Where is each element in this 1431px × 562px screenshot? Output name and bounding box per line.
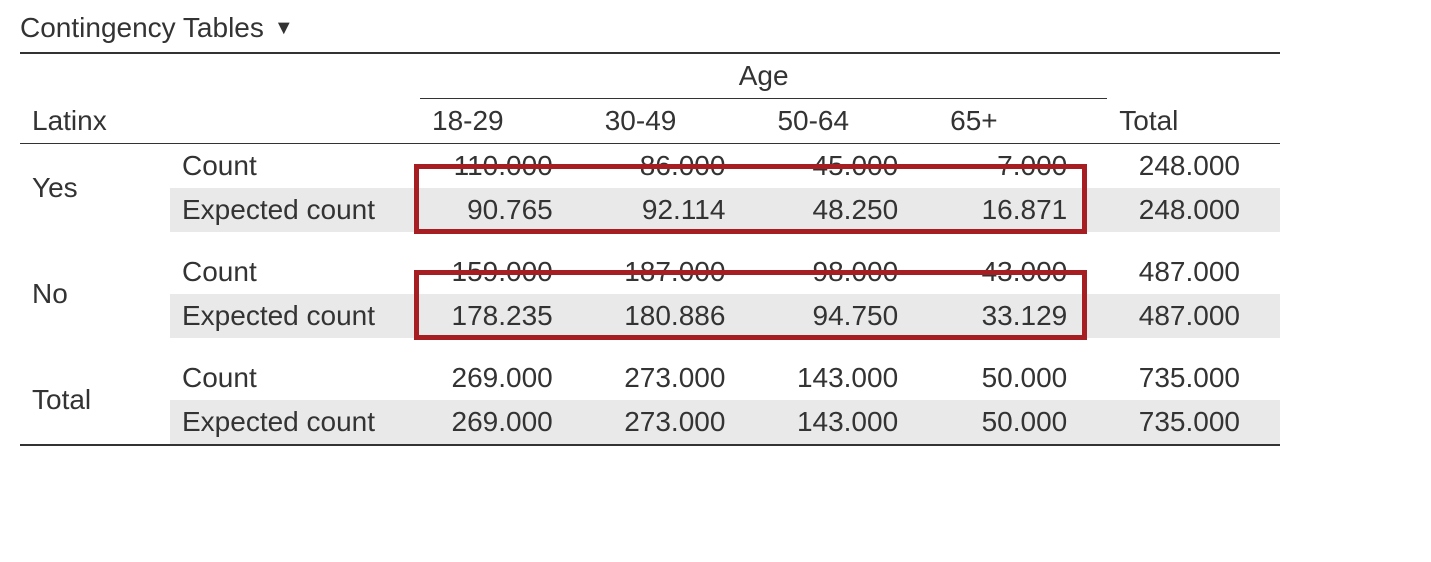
group-label: Yes <box>20 144 170 233</box>
stat-label-count: Count <box>170 250 420 294</box>
group-label: No <box>20 250 170 338</box>
section-title-text: Contingency Tables <box>20 12 264 44</box>
cell-value: 50.000 <box>938 400 1107 445</box>
stat-label-count: Count <box>170 144 420 189</box>
cell-value: 33.129 <box>938 294 1107 338</box>
table-container: Age Latinx 18-29 30-49 50-64 65+ Total Y… <box>20 52 1411 446</box>
table-row: Expected count269.000273.000143.00050.00… <box>20 400 1280 445</box>
cell-value: 269.000 <box>420 400 593 445</box>
cell-value: 16.871 <box>938 188 1107 232</box>
cell-value: 273.000 <box>593 400 766 445</box>
cell-value: 269.000 <box>420 356 593 400</box>
cell-value: 487.000 <box>1107 250 1280 294</box>
section-header[interactable]: Contingency Tables ▼ <box>20 12 1411 44</box>
table-row: NoCount159.000187.00098.00043.000487.000 <box>20 250 1280 294</box>
table-row: TotalCount269.000273.000143.00050.000735… <box>20 356 1280 400</box>
cell-value: 86.000 <box>593 144 766 189</box>
age-col-header: 30-49 <box>593 99 766 144</box>
row-var-header: Latinx <box>20 99 170 144</box>
cell-value: 48.250 <box>765 188 938 232</box>
cell-value: 487.000 <box>1107 294 1280 338</box>
caret-down-icon: ▼ <box>274 17 294 40</box>
cell-value: 94.750 <box>765 294 938 338</box>
cell-value: 735.000 <box>1107 356 1280 400</box>
age-col-header: 18-29 <box>420 99 593 144</box>
table-row: Expected count90.76592.11448.25016.87124… <box>20 188 1280 232</box>
cell-value: 90.765 <box>420 188 593 232</box>
cell-value: 7.000 <box>938 144 1107 189</box>
cell-value: 248.000 <box>1107 144 1280 189</box>
cell-value: 110.000 <box>420 144 593 189</box>
cell-value: 45.000 <box>765 144 938 189</box>
cell-value: 50.000 <box>938 356 1107 400</box>
cell-value: 273.000 <box>593 356 766 400</box>
stat-label-expected: Expected count <box>170 188 420 232</box>
cell-value: 159.000 <box>420 250 593 294</box>
total-col-header: Total <box>1107 99 1280 144</box>
stat-label-expected: Expected count <box>170 294 420 338</box>
table-row: YesCount110.00086.00045.0007.000248.000 <box>20 144 1280 189</box>
cell-value: 248.000 <box>1107 188 1280 232</box>
age-col-header: 50-64 <box>765 99 938 144</box>
group-label: Total <box>20 356 170 445</box>
cell-value: 98.000 <box>765 250 938 294</box>
cell-value: 735.000 <box>1107 400 1280 445</box>
age-col-header: 65+ <box>938 99 1107 144</box>
cell-value: 187.000 <box>593 250 766 294</box>
contingency-table: Age Latinx 18-29 30-49 50-64 65+ Total Y… <box>20 52 1280 446</box>
stat-label-expected: Expected count <box>170 400 420 445</box>
col-var-header: Age <box>420 53 1107 99</box>
cell-value: 143.000 <box>765 356 938 400</box>
cell-value: 43.000 <box>938 250 1107 294</box>
cell-value: 92.114 <box>593 188 766 232</box>
table-row: Expected count178.235180.88694.75033.129… <box>20 294 1280 338</box>
stat-label-count: Count <box>170 356 420 400</box>
cell-value: 180.886 <box>593 294 766 338</box>
cell-value: 178.235 <box>420 294 593 338</box>
cell-value: 143.000 <box>765 400 938 445</box>
